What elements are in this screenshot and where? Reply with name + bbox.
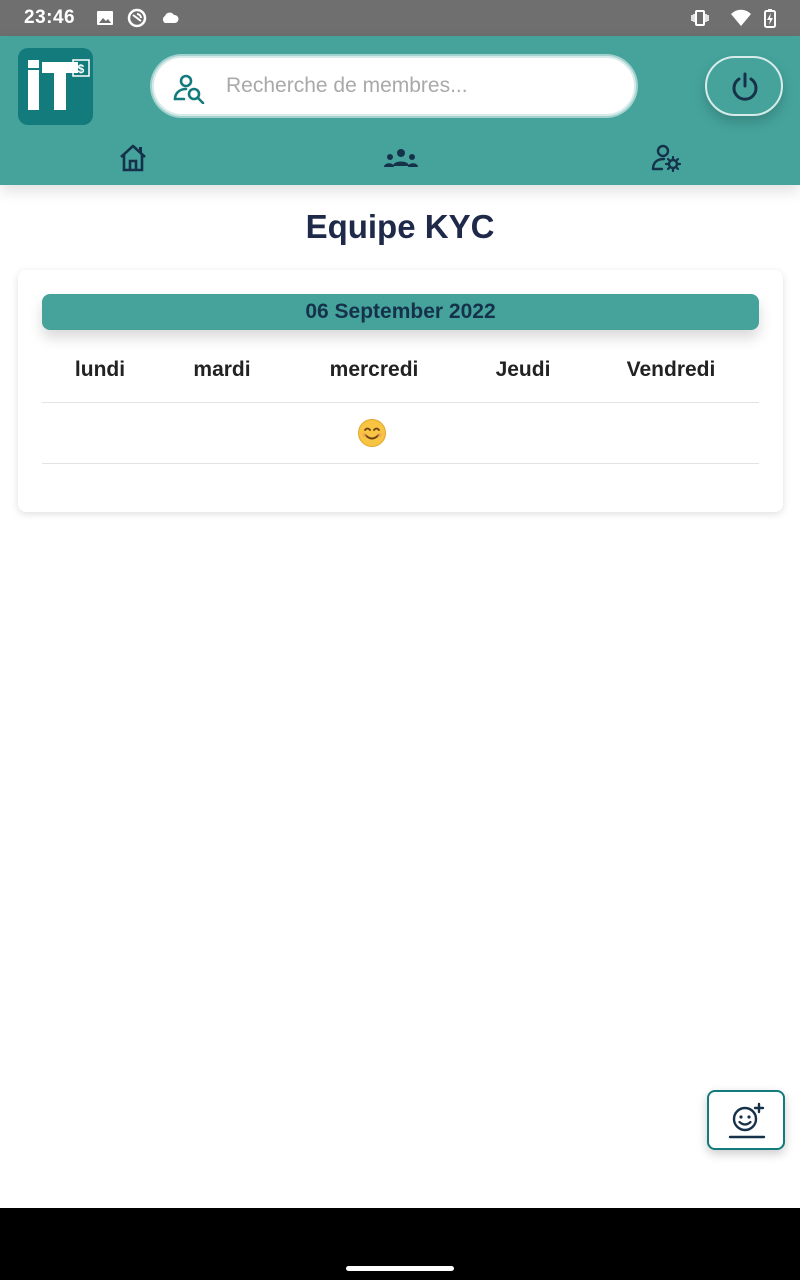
search-input[interactable] — [226, 68, 616, 104]
add-mood-button[interactable] — [707, 1090, 785, 1150]
wifi-icon — [731, 8, 751, 28]
home-icon[interactable] — [117, 142, 149, 174]
app-header: $ — [0, 36, 800, 185]
vibrate-icon — [690, 8, 710, 28]
user-settings-icon[interactable] — [651, 142, 683, 174]
svg-text:$: $ — [78, 62, 85, 76]
day-header-lundi: lundi — [74, 358, 126, 381]
divider — [42, 402, 759, 403]
power-icon — [732, 72, 758, 101]
user-search-icon — [172, 72, 206, 104]
day-header-vendredi: Vendredi — [626, 358, 716, 381]
divider — [42, 463, 759, 464]
day-header-jeudi: Jeudi — [495, 358, 551, 381]
logo-graphic: $ — [28, 59, 90, 110]
mood-calendar-card: 06 September 2022 lundi mardi mercredi J… — [18, 270, 783, 512]
add-mood-icon — [728, 1102, 766, 1139]
status-bar: 23:46 — [0, 0, 800, 36]
system-navigation-bar — [0, 1208, 800, 1280]
day-header-mardi: mardi — [193, 358, 251, 381]
search-bar[interactable] — [152, 56, 636, 116]
page-title: Equipe KYC — [305, 208, 495, 245]
team-icon[interactable] — [383, 142, 418, 174]
home-gesture-handle[interactable] — [346, 1266, 454, 1271]
cloud-icon — [160, 8, 180, 28]
sync-icon — [127, 8, 147, 28]
date-header: 06 September 2022 — [42, 294, 759, 330]
day-header-mercredi: mercredi — [329, 358, 419, 381]
status-time: 23:46 — [24, 7, 76, 28]
app-logo[interactable]: $ — [18, 48, 93, 125]
battery-charging-icon — [760, 8, 780, 28]
logout-button[interactable] — [705, 56, 783, 116]
smiling-face-icon — [357, 418, 387, 448]
image-icon — [95, 8, 115, 28]
